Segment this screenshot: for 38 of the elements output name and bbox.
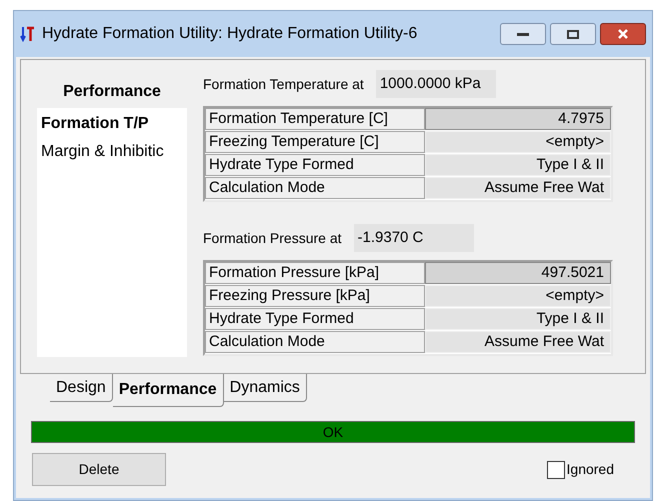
table-cell: Assume Free Wat [425, 177, 611, 199]
field-value: 1000.0000 kPa [376, 70, 496, 98]
app-icon [20, 26, 34, 42]
field-label: Formation Pressure at [203, 228, 342, 248]
field-label: Formation Temperature at [203, 74, 364, 94]
ignored-label: Ignored [566, 460, 614, 479]
maximize-icon [567, 30, 579, 38]
table-cell: Formation Pressure [kPa] [205, 262, 425, 284]
close-icon [617, 28, 629, 40]
table-cell: Hydrate Type Formed [205, 308, 425, 330]
table-cell: Type I & II [425, 308, 611, 330]
table-cell: Calculation Mode [205, 331, 425, 353]
table-cell: Freezing Temperature [C] [205, 131, 425, 153]
table-cell: Calculation Mode [205, 177, 425, 199]
nav-item[interactable]: Formation T/P [37, 112, 187, 136]
tab[interactable]: Performance [112, 374, 224, 407]
table-cell: Freezing Pressure [kPa] [205, 285, 425, 307]
table-cell: Type I & II [425, 154, 611, 176]
table-cell: 4.7975 [425, 108, 611, 130]
minimize-button[interactable] [500, 23, 546, 45]
status-bar: OK [31, 421, 635, 443]
tab[interactable]: Design [50, 374, 113, 402]
delete-button[interactable]: Delete [32, 453, 166, 486]
table-cell: <empty> [425, 131, 611, 153]
nav-item[interactable]: Margin & Inhibitic [37, 140, 187, 164]
nav-heading: Performance [62, 82, 162, 102]
table-cell: Assume Free Wat [425, 331, 611, 353]
maximize-button[interactable] [550, 23, 596, 45]
minimize-icon [517, 32, 529, 36]
field-value: -1.9370 C [354, 224, 474, 252]
table-cell: Hydrate Type Formed [205, 154, 425, 176]
table-cell: <empty> [425, 285, 611, 307]
ignored-checkbox[interactable] [546, 460, 565, 478]
table-cell: Formation Temperature [C] [205, 108, 425, 130]
window-title: Hydrate Formation Utility: Hydrate Formation Utility-6 [42, 24, 418, 44]
close-button[interactable] [600, 23, 646, 45]
table-cell: 497.5021 [425, 262, 611, 284]
tab[interactable]: Dynamics [224, 374, 307, 402]
